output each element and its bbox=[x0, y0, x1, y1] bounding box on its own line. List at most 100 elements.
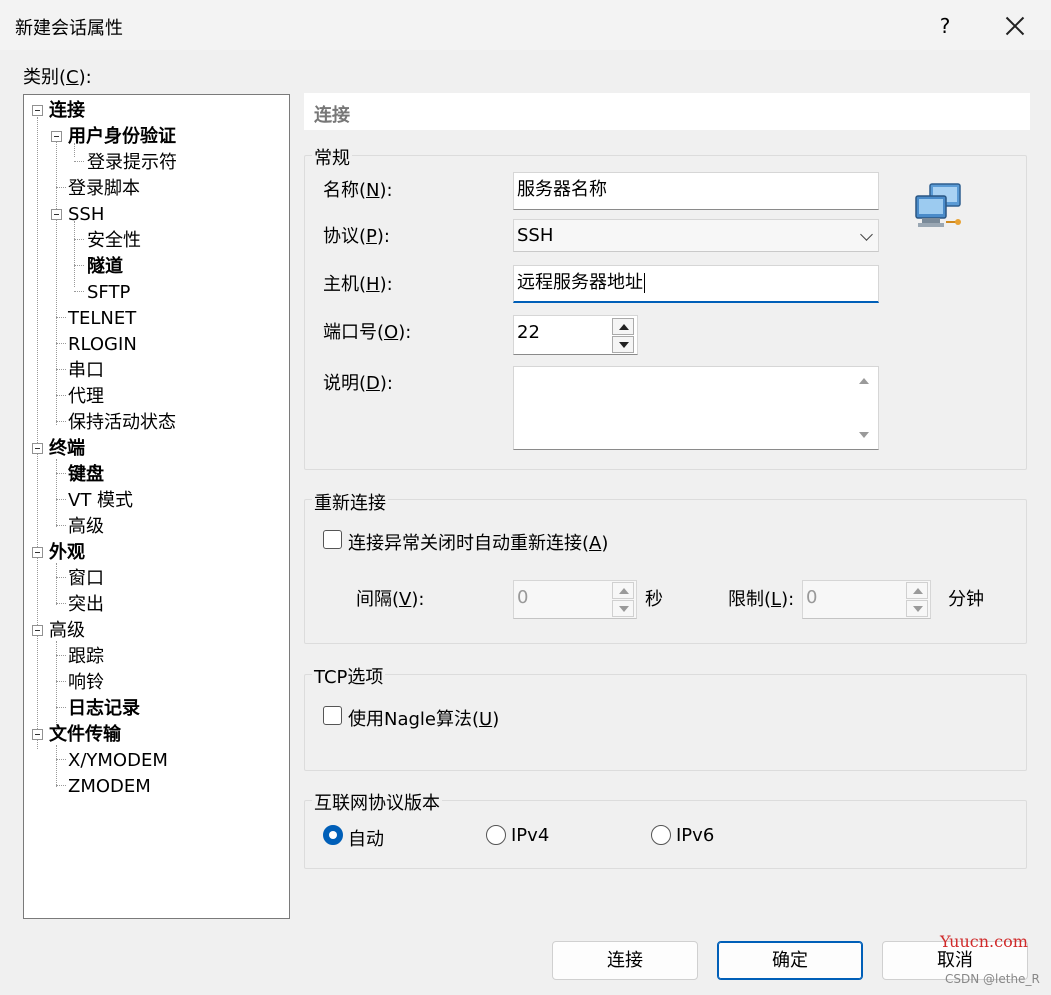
tree-line bbox=[56, 707, 66, 708]
network-computer-icon bbox=[912, 182, 966, 237]
spin-up-button[interactable] bbox=[612, 582, 634, 599]
limit-unit: 分钟 bbox=[948, 589, 984, 610]
arrow-up-icon bbox=[913, 588, 923, 594]
tree-line bbox=[56, 343, 66, 344]
protocol-select[interactable]: SSH bbox=[513, 219, 879, 252]
tree-line bbox=[56, 459, 57, 527]
tree-item-connection[interactable]: 连接 bbox=[49, 99, 85, 123]
spin-down-button[interactable] bbox=[612, 600, 634, 617]
tree-item-keyboard[interactable]: 键盘 bbox=[68, 463, 104, 487]
tree-line bbox=[74, 239, 84, 240]
nagle-checkbox[interactable] bbox=[323, 706, 342, 725]
help-button[interactable]: ? bbox=[933, 14, 957, 38]
spin-down-button[interactable] bbox=[906, 600, 928, 617]
category-tree[interactable]: 连接 用户身份验证 登录提示符 登录脚本 SSH 安全性 隧道 SFTP TEL… bbox=[23, 94, 290, 919]
name-label: 名称(N): bbox=[323, 180, 393, 201]
connect-button[interactable]: 连接 bbox=[552, 941, 698, 980]
tree-item-logging[interactable]: 日志记录 bbox=[68, 697, 140, 721]
tree-item-vt-mode[interactable]: VT 模式 bbox=[68, 489, 133, 513]
tree-collapse-icon[interactable] bbox=[32, 105, 43, 116]
arrow-down-icon bbox=[619, 342, 629, 348]
tree-item-advanced[interactable]: 高级 bbox=[49, 619, 85, 643]
tree-line bbox=[56, 187, 66, 188]
auto-reconnect-checkbox[interactable] bbox=[323, 530, 342, 549]
tree-line bbox=[56, 603, 66, 604]
ipv6-label: IPv6 bbox=[676, 825, 715, 846]
tree-line bbox=[56, 759, 66, 760]
tree-item-telnet[interactable]: TELNET bbox=[68, 307, 136, 331]
ok-button[interactable]: 确定 bbox=[717, 941, 863, 980]
tree-item-rlogin[interactable]: RLOGIN bbox=[68, 333, 137, 357]
tree-line bbox=[74, 265, 84, 266]
tree-item-xymodem[interactable]: X/YMODEM bbox=[68, 749, 168, 773]
host-label: 主机(H): bbox=[323, 274, 393, 295]
arrow-down-icon bbox=[913, 606, 923, 612]
tree-line bbox=[56, 655, 66, 656]
tree-item-ssh[interactable]: SSH bbox=[68, 203, 104, 227]
tcp-group-title: TCP选项 bbox=[312, 663, 386, 689]
ipv4-radio[interactable] bbox=[486, 825, 506, 845]
tree-item-zmodem[interactable]: ZMODEM bbox=[68, 775, 151, 799]
interval-label: 间隔(V): bbox=[356, 589, 425, 610]
port-spinner[interactable] bbox=[612, 318, 634, 354]
tree-item-login-script[interactable]: 登录脚本 bbox=[68, 177, 140, 201]
tree-line bbox=[56, 499, 66, 500]
tree-item-bell[interactable]: 响铃 bbox=[68, 671, 104, 695]
window-title: 新建会话属性 bbox=[15, 18, 123, 39]
limit-spinner[interactable] bbox=[906, 582, 928, 617]
title-bar bbox=[0, 0, 1051, 50]
ip-auto-radio[interactable] bbox=[323, 825, 343, 845]
watermark-site: Yuucn.com bbox=[940, 932, 1028, 951]
interval-spinner[interactable] bbox=[612, 582, 634, 617]
scroll-up-icon[interactable] bbox=[859, 378, 869, 384]
arrow-down-icon bbox=[619, 606, 629, 612]
description-scrollbar[interactable] bbox=[852, 368, 877, 448]
tree-line bbox=[56, 525, 66, 526]
tree-line bbox=[37, 117, 38, 749]
tree-item-security[interactable]: 安全性 bbox=[87, 229, 141, 253]
limit-label: 限制(L): bbox=[728, 589, 795, 610]
tree-line bbox=[56, 745, 57, 787]
close-icon[interactable] bbox=[997, 8, 1033, 44]
spin-down-button[interactable] bbox=[612, 336, 634, 353]
description-label: 说明(D): bbox=[323, 373, 393, 394]
port-label: 端口号(O): bbox=[323, 322, 412, 343]
tree-item-login-prompt[interactable]: 登录提示符 bbox=[87, 151, 177, 175]
tree-item-terminal-advanced[interactable]: 高级 bbox=[68, 515, 104, 539]
spin-up-button[interactable] bbox=[612, 318, 634, 335]
protocol-label: 协议(P): bbox=[323, 226, 390, 247]
tree-line bbox=[74, 291, 84, 292]
tree-collapse-icon[interactable] bbox=[51, 209, 62, 220]
tree-collapse-icon[interactable] bbox=[32, 547, 43, 558]
ipv4-label: IPv4 bbox=[511, 825, 550, 846]
description-textarea[interactable] bbox=[513, 366, 879, 450]
scroll-down-icon[interactable] bbox=[859, 432, 869, 438]
tree-line bbox=[56, 395, 66, 396]
interval-unit: 秒 bbox=[645, 589, 663, 610]
tree-item-keepalive[interactable]: 保持活动状态 bbox=[68, 411, 176, 435]
tree-item-serial[interactable]: 串口 bbox=[68, 359, 104, 383]
tree-line bbox=[56, 473, 66, 474]
tree-collapse-icon[interactable] bbox=[32, 625, 43, 636]
tree-item-trace[interactable]: 跟踪 bbox=[68, 645, 104, 669]
tree-item-file-transfer[interactable]: 文件传输 bbox=[49, 723, 121, 747]
tree-item-auth[interactable]: 用户身份验证 bbox=[68, 125, 176, 149]
tree-item-appearance[interactable]: 外观 bbox=[49, 541, 85, 565]
tree-item-proxy[interactable]: 代理 bbox=[68, 385, 104, 409]
name-input[interactable]: 服务器名称 bbox=[513, 172, 879, 210]
arrow-up-icon bbox=[619, 588, 629, 594]
spin-up-button[interactable] bbox=[906, 582, 928, 599]
tree-item-terminal[interactable]: 终端 bbox=[49, 437, 85, 461]
tree-item-window[interactable]: 窗口 bbox=[68, 567, 104, 591]
host-input[interactable]: 远程服务器地址 bbox=[513, 265, 879, 303]
text-cursor bbox=[644, 273, 645, 293]
tree-collapse-icon[interactable] bbox=[51, 131, 62, 142]
tree-item-tunnel[interactable]: 隧道 bbox=[87, 255, 123, 279]
tree-item-highlight[interactable]: 突出 bbox=[68, 593, 104, 617]
tree-item-sftp[interactable]: SFTP bbox=[87, 281, 130, 305]
arrow-up-icon bbox=[619, 324, 629, 330]
tree-collapse-icon[interactable] bbox=[32, 443, 43, 454]
ipv6-radio[interactable] bbox=[651, 825, 671, 845]
tree-collapse-icon[interactable] bbox=[32, 729, 43, 740]
ip-version-group-title: 互联网协议版本 bbox=[312, 789, 442, 815]
